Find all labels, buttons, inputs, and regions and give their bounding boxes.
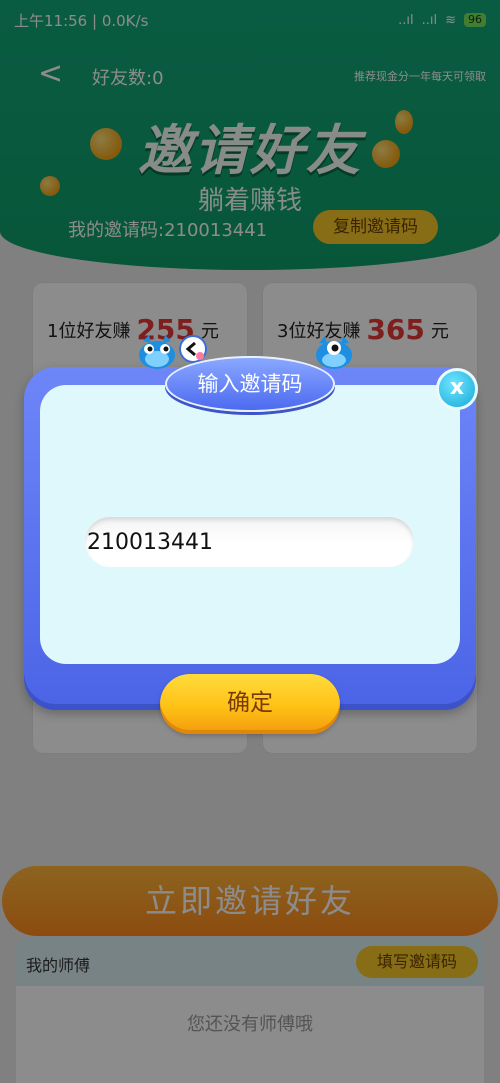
fish-mascot-icon [139,335,175,369]
dialog-title: 输入邀请码 [165,356,335,412]
close-icon[interactable]: x [436,368,478,410]
invite-code-input[interactable] [85,517,414,567]
confirm-button[interactable]: 确定 [160,674,340,734]
